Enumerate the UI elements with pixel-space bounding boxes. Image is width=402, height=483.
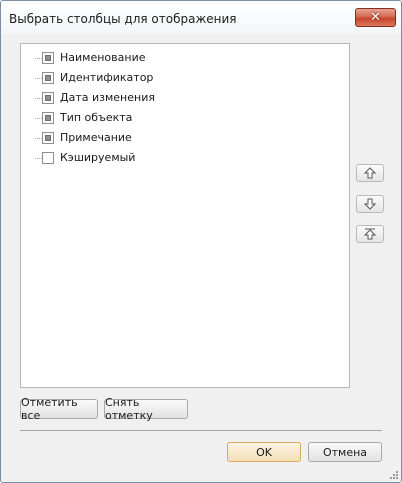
select-all-button[interactable]: Отметить все [20, 396, 98, 422]
checkbox[interactable] [42, 72, 54, 84]
tree-connector [35, 158, 42, 159]
deselect-button[interactable]: Снять отметку [104, 396, 188, 422]
list-item[interactable]: Тип объекта [21, 109, 341, 127]
dialog-window: Выбрать столбцы для отображения ✕ Наимен… [0, 0, 402, 483]
list-item-label: Кэшируемый [60, 151, 136, 164]
close-button[interactable]: ✕ [355, 8, 396, 27]
list-item[interactable]: Дата изменения [21, 89, 341, 107]
tree-connector [35, 58, 42, 59]
dialog-content: Наименование Идентификатор Дата изменени… [8, 34, 394, 475]
checkbox[interactable] [42, 52, 54, 64]
list-item-label: Тип объекта [60, 111, 133, 124]
move-down-button[interactable] [356, 195, 384, 213]
list-item[interactable]: Идентификатор [21, 69, 341, 87]
checkbox[interactable] [42, 92, 54, 104]
move-top-button[interactable] [356, 225, 384, 243]
list-item[interactable]: Кэшируемый [21, 149, 341, 167]
checkbox[interactable] [42, 112, 54, 124]
window-title: Выбрать столбцы для отображения [9, 12, 237, 26]
tree-connector [35, 138, 42, 139]
checkbox[interactable] [42, 152, 54, 164]
list-item-label: Наименование [60, 51, 146, 64]
list-item-label: Идентификатор [60, 71, 154, 84]
divider [20, 430, 382, 431]
checkbox[interactable] [42, 132, 54, 144]
close-icon: ✕ [370, 10, 381, 25]
list-item[interactable]: Примечание [21, 129, 341, 147]
list-item[interactable]: Наименование [21, 49, 341, 67]
cancel-button[interactable]: Отмена [308, 442, 382, 462]
columns-list[interactable]: Наименование Идентификатор Дата изменени… [20, 43, 350, 388]
list-item-label: Дата изменения [60, 91, 155, 104]
tree-connector [35, 98, 42, 99]
tree-connector [35, 78, 42, 79]
arrow-up-icon [364, 167, 376, 179]
ok-button[interactable]: OK [227, 442, 301, 462]
list-item-label: Примечание [60, 131, 132, 144]
arrow-top-icon [364, 228, 376, 240]
resize-grip-icon[interactable] [389, 470, 399, 480]
title-bar[interactable]: Выбрать столбцы для отображения ✕ [1, 1, 401, 34]
move-up-button[interactable] [356, 164, 384, 182]
tree-connector [35, 118, 42, 119]
arrow-down-icon [364, 198, 376, 210]
